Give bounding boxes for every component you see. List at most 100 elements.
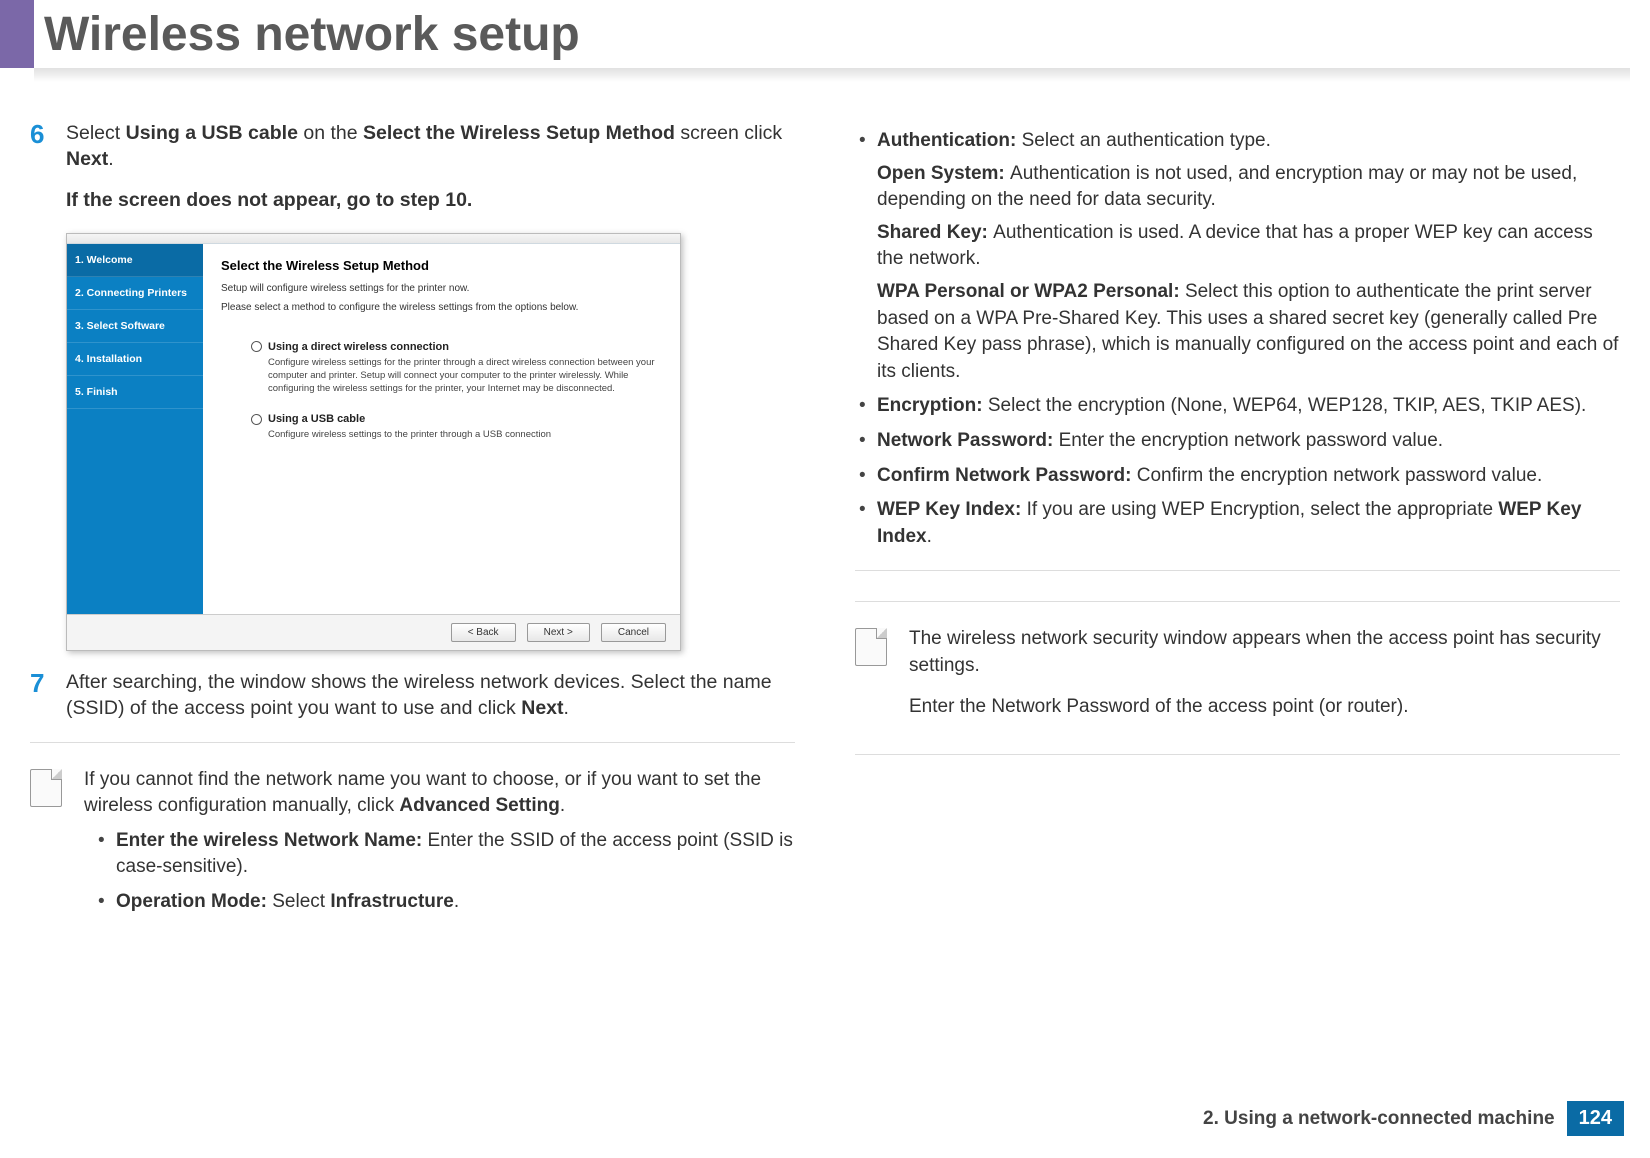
note1-bullet-2: Operation Mode: Select Infrastructure. xyxy=(94,889,795,916)
footer-chapter: 2. Using a network-connected machine xyxy=(1203,1108,1555,1130)
step6-text-g: . xyxy=(108,148,113,170)
divider xyxy=(30,742,795,743)
note1-text: If you cannot find the network name you … xyxy=(84,767,795,924)
ss-sub1: Setup will configure wireless settings f… xyxy=(221,283,662,294)
note1-b2-c: Infrastructure xyxy=(330,891,454,912)
cnp-text: Confirm the encryption network password … xyxy=(1137,465,1543,486)
ss-sidebar-item-5: 5. Finish xyxy=(67,376,203,409)
step6-text-e: screen click xyxy=(675,122,782,144)
page-footer: 2. Using a network-connected machine 124 xyxy=(1203,1101,1624,1136)
radio-icon xyxy=(251,414,262,425)
note1-b1-a: Enter the wireless Network Name: xyxy=(116,830,428,851)
wep-text-c: . xyxy=(927,526,932,547)
ss-opt2-title: Using a USB cable xyxy=(268,413,365,425)
note-box-1: If you cannot find the network name you … xyxy=(30,759,795,938)
step-6: 6 Select Using a USB cable on the Select… xyxy=(30,120,795,213)
open-label: Open System: xyxy=(877,163,1010,184)
ss-sidebar-item-3: 3. Select Software xyxy=(67,310,203,343)
ss-main: Select the Wireless Setup Method Setup w… xyxy=(203,244,680,614)
ss-options: Using a direct wireless connection Confi… xyxy=(221,341,662,442)
ss-opt2-title-row: Using a USB cable xyxy=(251,413,662,425)
wep-text-a: If you are using WEP Encryption, select … xyxy=(1027,499,1499,520)
step7-text-a: After searching, the window shows the wi… xyxy=(66,671,772,719)
note-icon xyxy=(30,769,62,807)
ss-opt1-title: Using a direct wireless connection xyxy=(268,341,449,353)
step6-line2: If the screen does not appear, go to ste… xyxy=(66,187,795,213)
step6-text-c: on the xyxy=(298,122,363,144)
ss-opt2-desc: Configure wireless settings to the print… xyxy=(268,429,662,442)
auth-label: Authentication: xyxy=(877,130,1022,151)
page-number-badge: 124 xyxy=(1567,1101,1624,1136)
ss-sidebar-item-1: 1. Welcome xyxy=(67,244,203,277)
step-number-7: 7 xyxy=(30,669,66,722)
step6-text-f: Next xyxy=(66,148,108,170)
step-7-body: After searching, the window shows the wi… xyxy=(66,669,795,722)
radio-icon xyxy=(251,341,262,352)
ss-body: 1. Welcome 2. Connecting Printers 3. Sel… xyxy=(67,244,680,614)
header-shadow xyxy=(34,68,1630,82)
bullet-wep-index: WEP Key Index: If you are using WEP Encr… xyxy=(855,497,1620,550)
step-6-body: Select Using a USB cable on the Select t… xyxy=(66,120,795,213)
ss-cancel-button: Cancel xyxy=(601,623,666,642)
bullet-network-password: Network Password: Enter the encryption n… xyxy=(855,428,1620,455)
note1-b2-d: . xyxy=(454,891,459,912)
cnp-label: Confirm Network Password: xyxy=(877,465,1137,486)
wpa-label: WPA Personal or WPA2 Personal: xyxy=(877,281,1185,302)
right-column: Authentication: Select an authentication… xyxy=(855,120,1620,938)
divider xyxy=(855,570,1620,571)
np-text: Enter the encryption network password va… xyxy=(1059,430,1443,451)
note2-line1: The wireless network security window app… xyxy=(909,626,1620,679)
enc-label: Encryption: xyxy=(877,395,988,416)
page-title: Wireless network setup xyxy=(44,0,1650,66)
open-system-para: Open System: Authentication is not used,… xyxy=(877,161,1620,214)
note-icon-wrap xyxy=(855,626,895,720)
enc-text: Select the encryption (None, WEP64, WEP1… xyxy=(988,395,1586,416)
auth-text: Select an authentication type. xyxy=(1022,130,1271,151)
note1-line1-b: Advanced Setting xyxy=(399,795,559,816)
ss-titlebar xyxy=(67,234,680,244)
note-icon-wrap xyxy=(30,767,70,924)
step7-text-b: Next xyxy=(521,697,563,719)
note-icon xyxy=(855,628,887,666)
shared-label: Shared Key: xyxy=(877,222,993,243)
bullet-encryption: Encryption: Select the encryption (None,… xyxy=(855,393,1620,420)
ss-footer: < Back Next > Cancel xyxy=(67,614,680,650)
ss-opt1-title-row: Using a direct wireless connection xyxy=(251,341,662,353)
ss-next-button: Next > xyxy=(527,623,590,642)
embedded-screenshot: 1. Welcome 2. Connecting Printers 3. Sel… xyxy=(66,233,681,651)
note1-b2-a: Operation Mode: xyxy=(116,891,272,912)
np-label: Network Password: xyxy=(877,430,1059,451)
wep-label: WEP Key Index: xyxy=(877,499,1027,520)
bullet-authentication: Authentication: Select an authentication… xyxy=(855,128,1620,385)
step6-text-d: Select the Wireless Setup Method xyxy=(363,122,675,144)
step-7: 7 After searching, the window shows the … xyxy=(30,669,795,722)
step-number-6: 6 xyxy=(30,120,66,213)
ss-option-usb: Using a USB cable Configure wireless set… xyxy=(251,413,662,442)
note1-bullet-1: Enter the wireless Network Name: Enter t… xyxy=(94,828,795,881)
note1-b2-b: Select xyxy=(272,891,330,912)
header-accent-tab xyxy=(0,0,34,68)
ss-heading: Select the Wireless Setup Method xyxy=(221,258,662,273)
note2-line2: Enter the Network Password of the access… xyxy=(909,694,1620,721)
ss-opt1-desc: Configure wireless settings for the prin… xyxy=(268,357,662,395)
note2-text: The wireless network security window app… xyxy=(909,626,1620,720)
step7-text-c: . xyxy=(564,697,569,719)
ss-sidebar-item-4: 4. Installation xyxy=(67,343,203,376)
divider xyxy=(855,601,1620,602)
bullet-confirm-password: Confirm Network Password: Confirm the en… xyxy=(855,463,1620,490)
page-header: Wireless network setup xyxy=(0,0,1650,90)
ss-sidebar-item-2: 2. Connecting Printers xyxy=(67,277,203,310)
left-column: 6 Select Using a USB cable on the Select… xyxy=(30,120,795,938)
note1-bullets: Enter the wireless Network Name: Enter t… xyxy=(84,828,795,916)
step6-text-b: Using a USB cable xyxy=(126,122,298,144)
right-bullets: Authentication: Select an authentication… xyxy=(855,128,1620,550)
step6-text-a: Select xyxy=(66,122,126,144)
note-box-2: The wireless network security window app… xyxy=(855,618,1620,734)
ss-sub2: Please select a method to configure the … xyxy=(221,302,662,313)
shared-key-para: Shared Key: Authentication is used. A de… xyxy=(877,220,1620,273)
ss-back-button: < Back xyxy=(451,623,516,642)
ss-sidebar: 1. Welcome 2. Connecting Printers 3. Sel… xyxy=(67,244,203,614)
wpa-para: WPA Personal or WPA2 Personal: Select th… xyxy=(877,279,1620,385)
divider xyxy=(855,754,1620,755)
note1-line1-c: . xyxy=(560,795,565,816)
